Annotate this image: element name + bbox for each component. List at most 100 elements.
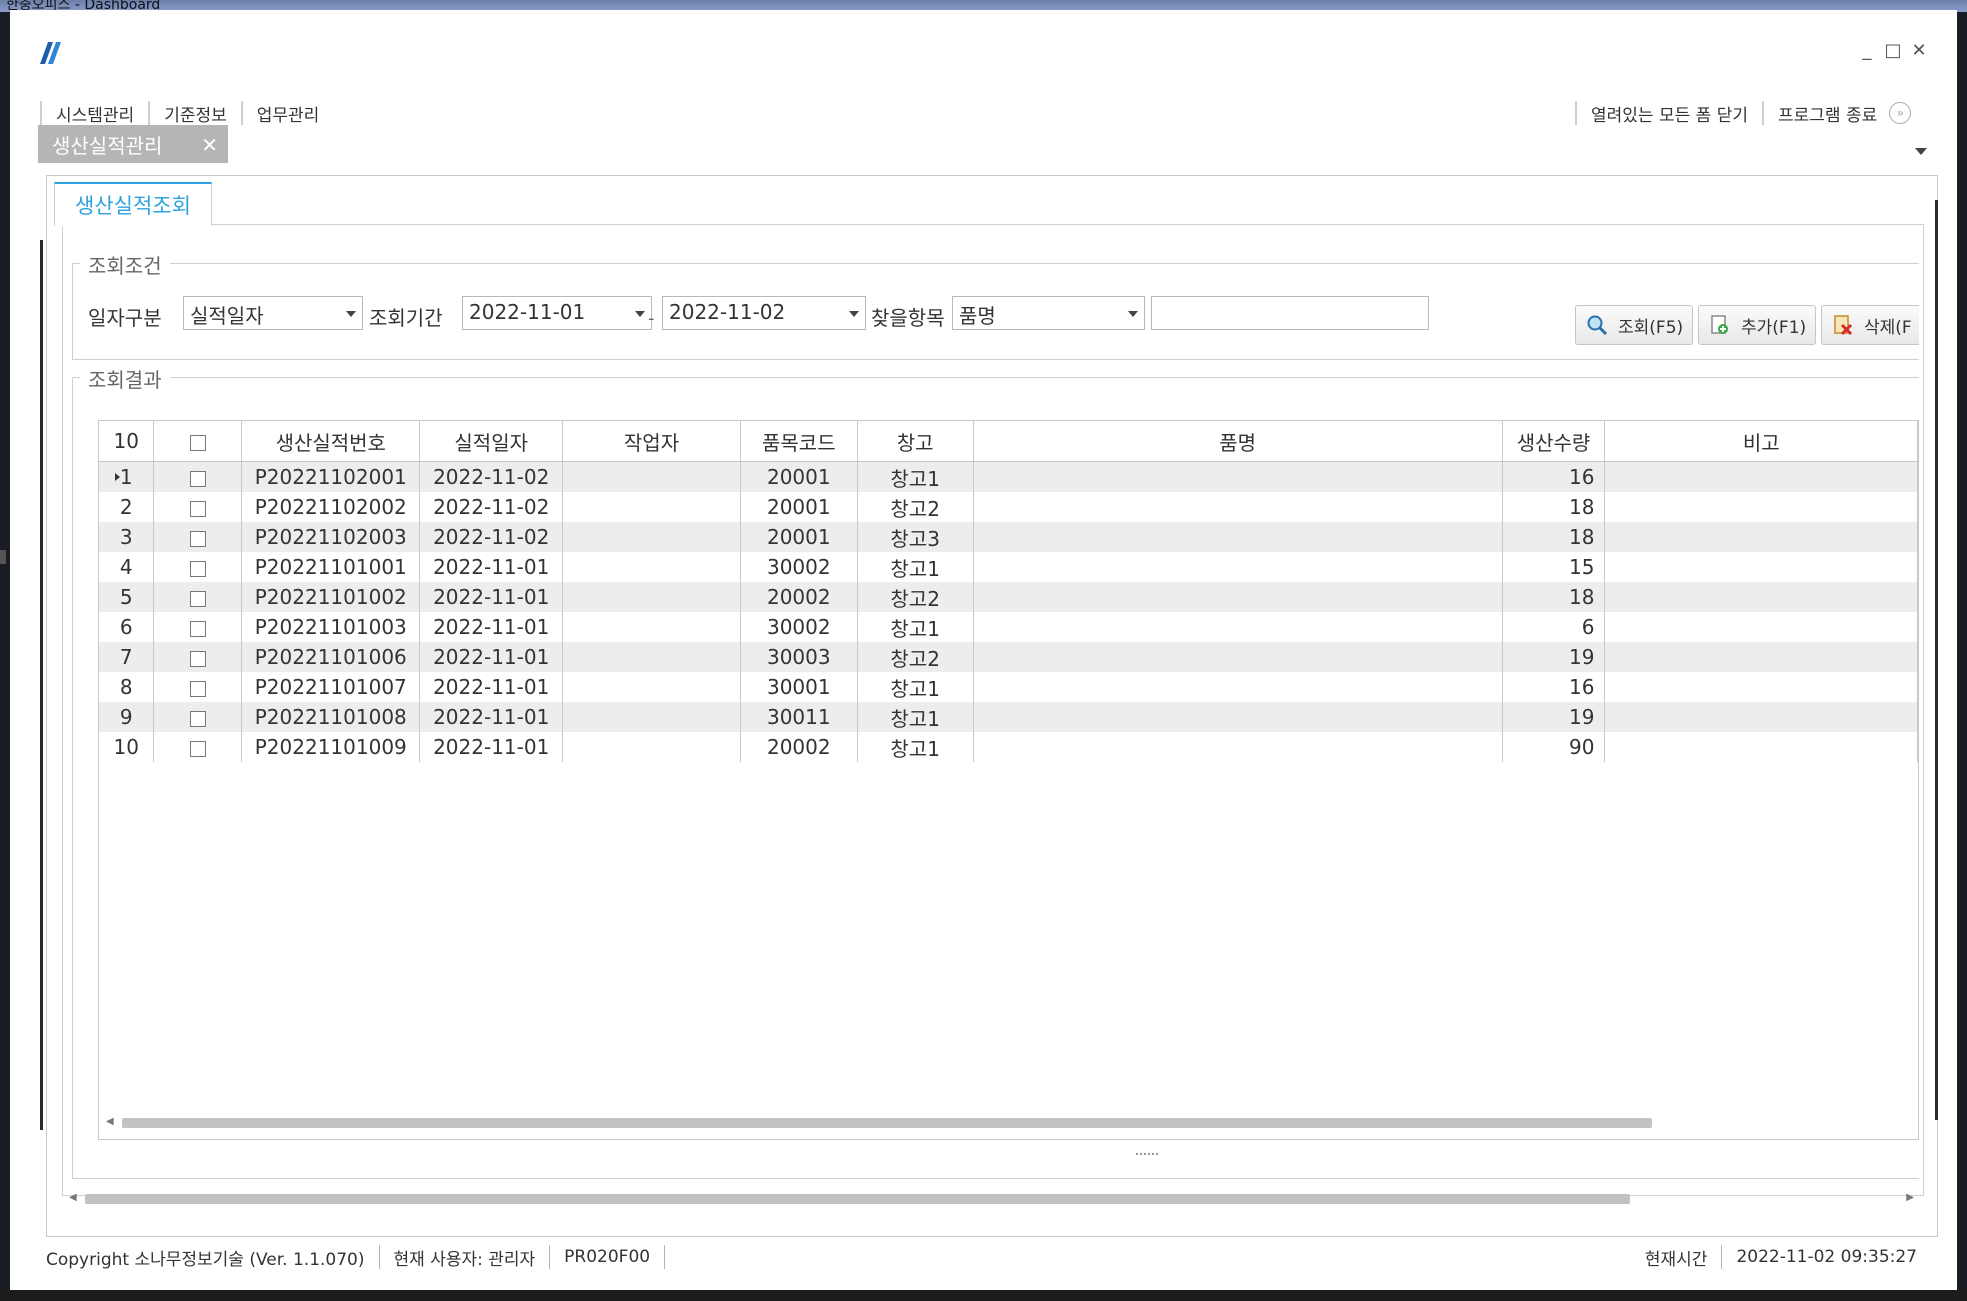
grid-horizontal-scrollbar[interactable]: ◀ (102, 1116, 1917, 1130)
cell-wh[interactable]: 창고1 (857, 612, 974, 642)
maximize-button[interactable]: □ (1883, 40, 1903, 61)
cell-code[interactable]: 30002 (740, 612, 858, 642)
cell-worker[interactable] (562, 702, 741, 732)
table-row[interactable]: 3 P20221102003 2022-11-02 20001 창고3 18 (99, 522, 1918, 552)
table-row[interactable]: 1 P20221102001 2022-11-02 20001 창고1 16 (99, 461, 1918, 492)
cell-worker[interactable] (562, 522, 741, 552)
tab-production-query[interactable]: 생산실적조회 (54, 182, 212, 226)
cell-qty[interactable]: 19 (1502, 702, 1606, 732)
cell-worker[interactable] (562, 732, 741, 762)
find-item-select[interactable]: 품명 (952, 296, 1145, 330)
cell-date[interactable]: 2022-11-01 (419, 642, 564, 672)
cell-name[interactable] (973, 492, 1503, 522)
cell-qty[interactable]: 19 (1502, 642, 1606, 672)
cell-worker[interactable] (562, 492, 741, 522)
column-header[interactable]: 실적일자 (419, 421, 564, 462)
cell-note[interactable] (1604, 582, 1918, 612)
table-row[interactable]: 6 P20221101003 2022-11-01 30002 창고1 6 (99, 612, 1918, 642)
cell-note[interactable] (1604, 612, 1918, 642)
date-from-picker[interactable]: 2022-11-01 (462, 296, 652, 330)
delete-button[interactable]: 삭제(F (1821, 305, 1919, 345)
cell-name[interactable] (973, 732, 1503, 762)
cell-code[interactable]: 30001 (740, 672, 858, 702)
cell-qty[interactable]: 18 (1502, 582, 1606, 612)
cell-date[interactable]: 2022-11-01 (419, 552, 564, 582)
search-button[interactable]: 조회(F5) (1575, 305, 1693, 345)
cell-wh[interactable]: 창고2 (857, 492, 974, 522)
row-checkbox[interactable] (189, 470, 206, 487)
row-checkbox[interactable] (189, 500, 206, 517)
cell-date[interactable]: 2022-11-01 (419, 582, 564, 612)
cell-id[interactable]: P20221101006 (241, 642, 421, 672)
cell-code[interactable]: 20001 (740, 522, 858, 552)
cell-qty[interactable]: 16 (1502, 672, 1606, 702)
cell-wh[interactable]: 창고2 (857, 582, 974, 612)
cell-code[interactable]: 20002 (740, 582, 858, 612)
row-select-cell[interactable] (153, 492, 243, 522)
row-checkbox[interactable] (189, 620, 206, 637)
cell-id[interactable]: P20221101008 (241, 702, 421, 732)
splitter-grip[interactable] (1136, 1153, 1158, 1157)
cell-worker[interactable] (562, 582, 741, 612)
cell-qty[interactable]: 16 (1502, 461, 1606, 492)
cell-worker[interactable] (562, 612, 741, 642)
cell-name[interactable] (973, 582, 1503, 612)
row-select-cell[interactable] (153, 642, 243, 672)
cell-date[interactable]: 2022-11-01 (419, 732, 564, 762)
column-header[interactable]: 품명 (973, 421, 1503, 462)
row-checkbox[interactable] (189, 590, 206, 607)
cell-name[interactable] (973, 461, 1503, 492)
table-row[interactable]: 9 P20221101008 2022-11-01 30011 창고1 19 (99, 702, 1918, 732)
column-header[interactable]: 창고 (857, 421, 974, 462)
cell-wh[interactable]: 창고1 (857, 702, 974, 732)
row-checkbox[interactable] (189, 560, 206, 577)
cell-code[interactable]: 30003 (740, 642, 858, 672)
exit-icon[interactable]: » (1889, 102, 1912, 124)
tab-production-management[interactable]: 생산실적관리 ✕ (38, 125, 228, 163)
cell-date[interactable]: 2022-11-01 (419, 702, 564, 732)
cell-id[interactable]: P20221101002 (241, 582, 421, 612)
scroll-left-icon[interactable]: ◀ (69, 1192, 77, 1203)
select-all-checkbox[interactable] (189, 434, 206, 451)
cell-id[interactable]: P20221101001 (241, 552, 421, 582)
menu-business[interactable]: 업무관리 (257, 101, 320, 126)
cell-note[interactable] (1604, 672, 1918, 702)
cell-id[interactable]: P20221101007 (241, 672, 421, 702)
cell-id[interactable]: P20221101003 (241, 612, 421, 642)
cell-code[interactable]: 20001 (740, 461, 858, 492)
close-button[interactable]: ✕ (1909, 40, 1929, 61)
table-row[interactable]: 10 P20221101009 2022-11-01 20002 창고1 90 (99, 732, 1918, 762)
cell-worker[interactable] (562, 552, 741, 582)
column-header[interactable]: 품목코드 (740, 421, 858, 462)
row-select-cell[interactable] (153, 552, 243, 582)
page-horizontal-scrollbar[interactable]: ◀ ▶ (65, 1192, 1918, 1206)
scrollbar-thumb[interactable] (122, 1118, 1652, 1128)
cell-note[interactable] (1604, 732, 1918, 762)
cell-name[interactable] (973, 522, 1503, 552)
table-row[interactable]: 2 P20221102002 2022-11-02 20001 창고2 18 (99, 492, 1918, 522)
cell-name[interactable] (973, 552, 1503, 582)
cell-id[interactable]: P20221102002 (241, 492, 421, 522)
cell-wh[interactable]: 창고1 (857, 672, 974, 702)
exit-program-link[interactable]: 프로그램 종료 (1778, 101, 1877, 126)
row-checkbox[interactable] (189, 530, 206, 547)
cell-name[interactable] (973, 612, 1503, 642)
date-to-picker[interactable]: 2022-11-02 (662, 296, 866, 330)
select-all-header[interactable] (153, 421, 243, 462)
column-header[interactable]: 비고 (1604, 421, 1918, 462)
row-select-cell[interactable] (153, 461, 243, 492)
table-row[interactable]: 7 P20221101006 2022-11-01 30003 창고2 19 (99, 642, 1918, 672)
cell-name[interactable] (973, 672, 1503, 702)
cell-date[interactable]: 2022-11-02 (419, 522, 564, 552)
scroll-left-icon[interactable]: ◀ (106, 1116, 114, 1127)
tab-close-icon[interactable]: ✕ (201, 133, 218, 157)
cell-wh[interactable]: 창고1 (857, 461, 974, 492)
table-row[interactable]: 4 P20221101001 2022-11-01 30002 창고1 15 (99, 552, 1918, 582)
row-select-cell[interactable] (153, 732, 243, 762)
cell-name[interactable] (973, 642, 1503, 672)
cell-code[interactable]: 20001 (740, 492, 858, 522)
column-header[interactable]: 작업자 (562, 421, 741, 462)
cell-worker[interactable] (562, 672, 741, 702)
scrollbar-thumb[interactable] (85, 1194, 1630, 1204)
cell-date[interactable]: 2022-11-02 (419, 461, 564, 492)
